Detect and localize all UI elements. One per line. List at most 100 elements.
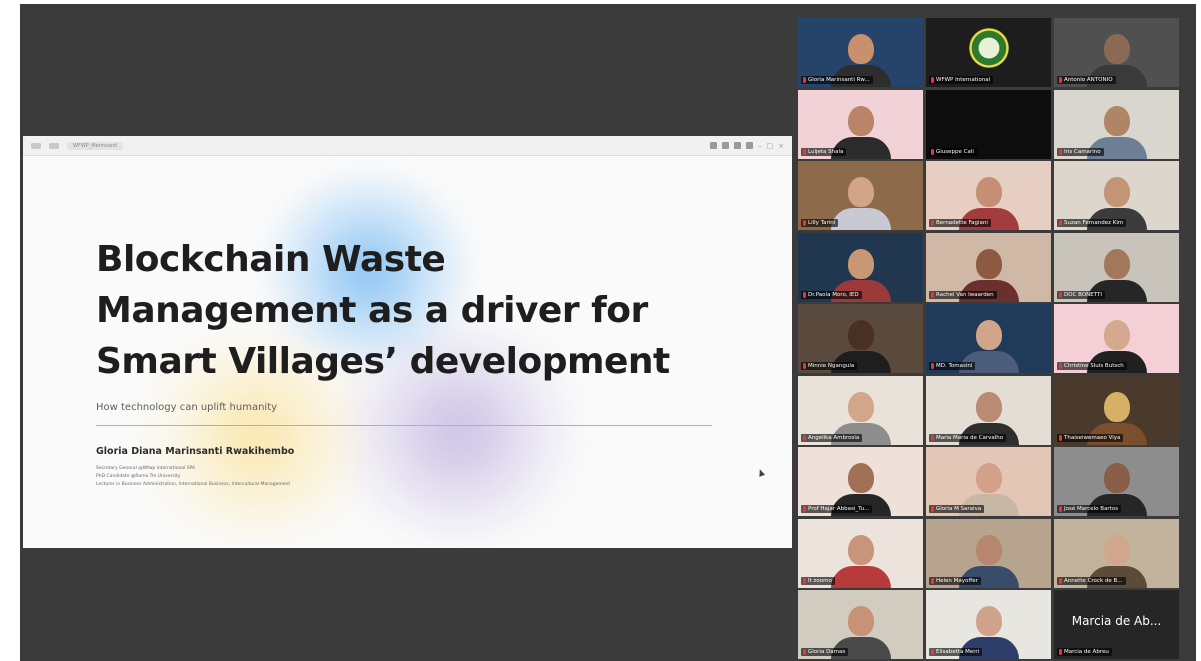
- participant-display-name: Marcia de Ab...: [1071, 614, 1162, 628]
- person-head: [1103, 391, 1130, 422]
- participant-tile[interactable]: Prof Hajar Abbasi_Tu...: [798, 447, 923, 516]
- person-head: [975, 534, 1002, 565]
- participant-tile[interactable]: Gloria M Saraiva: [926, 447, 1051, 516]
- mic-muted-icon: [931, 291, 934, 298]
- person-head: [1103, 34, 1130, 64]
- participant-tile[interactable]: Iris Camarino: [1054, 89, 1179, 159]
- mic-muted-icon: [1059, 363, 1062, 369]
- participant-tile[interactable]: Maria Maria de Carvalho: [926, 375, 1051, 445]
- participant-name: Marcia de Abreu: [1064, 649, 1109, 655]
- toolbar-file-tab[interactable]: WFWP_Merinsanti: [67, 141, 124, 150]
- person-silhouette: [830, 208, 891, 230]
- participant-tile[interactable]: Rachel Van Iwaarden: [926, 232, 1051, 302]
- participant-tile[interactable]: Angelika Ambrosia: [798, 375, 923, 445]
- mic-muted-icon: [931, 220, 934, 226]
- participant-name: Luljeta Shala: [808, 148, 844, 155]
- participant-name-tag: Annette Crock de B...: [1057, 576, 1126, 585]
- participant-tile[interactable]: MD. Tomasini: [926, 304, 1051, 373]
- participant-tile[interactable]: Marcia de Ab... Marcia de Abreu: [1054, 590, 1179, 659]
- mic-muted-icon: [931, 506, 934, 512]
- participant-tile[interactable]: Suzan Fernandez Kim: [1054, 161, 1179, 230]
- person-head: [975, 177, 1002, 207]
- participant-name-tag: Thaiseiwemaeo Viya: [1057, 433, 1124, 442]
- participant-name-tag: MD. Tomasini: [929, 362, 976, 370]
- participant-gallery: Gloria Marinsanti Rw... WFWP Internationa…: [798, 18, 1184, 661]
- person-head: [847, 534, 874, 565]
- participant-name-tag: Bernadette Fagiani: [929, 219, 991, 227]
- participant-tile[interactable]: Dr.Paola Moro, IED: [798, 232, 923, 302]
- participant-tile[interactable]: Elisabetta Merri: [926, 590, 1051, 659]
- participant-name: Minnie Ngangula: [808, 363, 855, 369]
- mic-muted-icon: [803, 363, 806, 369]
- participant-name-tag: DOC BONETTI: [1057, 290, 1105, 299]
- shared-slide: WFWP_Merinsanti – □ × Blockchain Waste M…: [23, 136, 792, 548]
- participant-tile[interactable]: Gloria Marinsanti Rw...: [798, 18, 923, 87]
- toolbar-view-icon[interactable]: [734, 142, 741, 149]
- participant-name: Gloria Damas: [808, 649, 846, 655]
- person-head: [847, 105, 874, 136]
- person-head: [975, 391, 1002, 422]
- participant-tile[interactable]: Bernadette Fagiani: [926, 161, 1051, 230]
- slide-affiliation: PhD Candidate @Roma Tre University: [96, 474, 181, 479]
- participant-name: Annette Crock de B...: [1064, 577, 1123, 584]
- person-head: [975, 463, 1002, 493]
- participant-tile[interactable]: Antonio ANTONIO: [1054, 18, 1179, 87]
- mic-muted-icon: [931, 148, 934, 155]
- participant-tile[interactable]: Minnie Ngangula: [798, 304, 923, 373]
- participant-name: Antonio ANTONIO: [1064, 77, 1113, 83]
- participant-tile[interactable]: WFWP International: [926, 18, 1051, 87]
- participant-tile[interactable]: Helen Mayoffer: [926, 518, 1051, 588]
- person-head: [847, 320, 874, 350]
- mic-muted-icon: [1059, 649, 1062, 655]
- toolbar-record-icon[interactable]: [746, 142, 753, 149]
- slide-app-toolbar: WFWP_Merinsanti – □ ×: [23, 136, 792, 156]
- participant-name: Lilly Tarini: [808, 220, 836, 226]
- participant-tile[interactable]: Luljeta Shala: [798, 89, 923, 159]
- participant-name: Rachel Van Iwaarden: [936, 291, 994, 298]
- participant-name: Iris Camarino: [1064, 148, 1101, 155]
- slide-title: Blockchain Waste Management as a driver …: [96, 234, 736, 387]
- participant-name-tag: Lilly Tarini: [801, 219, 839, 227]
- participant-name: DOC BONETTI: [1064, 291, 1102, 298]
- participant-name-tag: Luljeta Shala: [801, 147, 847, 156]
- participant-tile[interactable]: Gloria Damas: [798, 590, 923, 659]
- mic-muted-icon: [931, 577, 934, 584]
- participant-tile[interactable]: It zoomo: [798, 518, 923, 588]
- maximize-icon[interactable]: □: [767, 142, 774, 150]
- participant-name-tag: José Marcelo Bartos: [1057, 505, 1122, 513]
- mic-muted-icon: [931, 363, 934, 369]
- participant-name-tag: Helen Mayoffer: [929, 576, 981, 585]
- participant-tile[interactable]: DOC BONETTI: [1054, 232, 1179, 302]
- participant-name: Bernadette Fagiani: [936, 220, 988, 226]
- participant-tile[interactable]: Lilly Tarini: [798, 161, 923, 230]
- toolbar-present-icon[interactable]: [722, 142, 729, 149]
- participant-name-tag: Dr.Paola Moro, IED: [801, 290, 862, 299]
- participant-tile[interactable]: Giuseppe Cali: [926, 89, 1051, 159]
- mic-muted-icon: [803, 434, 806, 441]
- toolbar-right-group: – □ ×: [710, 142, 784, 150]
- participant-name-tag: Iris Camarino: [1057, 147, 1104, 156]
- participant-name: Prof Hajar Abbasi_Tu...: [808, 506, 870, 512]
- close-icon[interactable]: ×: [778, 142, 784, 150]
- toolbar-share-icon[interactable]: [710, 142, 717, 149]
- participant-name: José Marcelo Bartos: [1064, 506, 1119, 512]
- toolbar-menu-icon[interactable]: [31, 142, 41, 149]
- person-head: [847, 463, 874, 493]
- mic-muted-icon: [1059, 220, 1062, 226]
- participant-name-tag: Minnie Ngangula: [801, 362, 858, 370]
- mic-muted-icon: [1059, 506, 1062, 512]
- participant-tile[interactable]: Christine Sluis Butsch: [1054, 304, 1179, 373]
- participant-tile[interactable]: Thaiseiwemaeo Viya: [1054, 375, 1179, 445]
- participant-name: Maria Maria de Carvalho: [936, 434, 1004, 441]
- slide-divider: [96, 425, 712, 426]
- person-head: [1103, 248, 1130, 279]
- participant-name-tag: It zoomo: [801, 576, 835, 585]
- mic-muted-icon: [803, 220, 806, 226]
- minimize-icon[interactable]: –: [758, 142, 762, 150]
- participant-tile[interactable]: José Marcelo Bartos: [1054, 447, 1179, 516]
- person-head: [847, 177, 874, 207]
- mic-muted-icon: [1059, 577, 1062, 584]
- participant-tile[interactable]: Annette Crock de B...: [1054, 518, 1179, 588]
- mic-muted-icon: [1059, 148, 1062, 155]
- toolbar-save-icon[interactable]: [49, 142, 59, 149]
